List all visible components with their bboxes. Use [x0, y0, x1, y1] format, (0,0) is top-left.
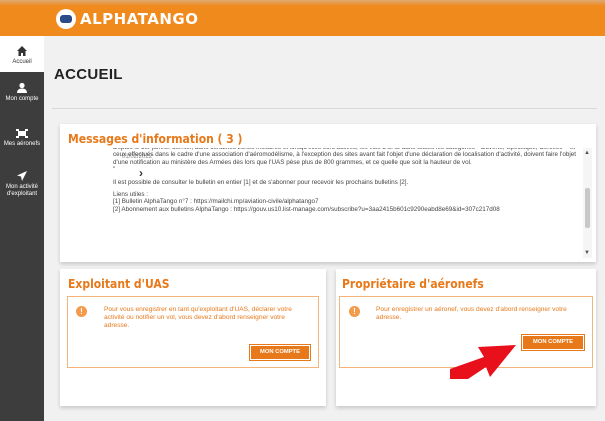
scroll-up-icon[interactable]: ▲ — [584, 150, 590, 156]
message-paragraph: Il est possible de consulter le bulletin… — [113, 178, 409, 186]
sidebar-item-label: Accueil — [12, 59, 32, 65]
brand-name: ALPHATANGO — [80, 10, 199, 28]
proprietaire-title: Propriétaire d'aéronefs — [342, 277, 484, 291]
annotation-arrow-icon — [450, 345, 516, 379]
info-icon: ! — [76, 306, 87, 317]
scroll-down-icon[interactable]: ▼ — [584, 250, 590, 256]
app-logo[interactable]: ALPHATANGO — [56, 9, 198, 29]
page-title: ACCUEIL — [54, 66, 123, 83]
sidebar-item-label: Mon compte — [5, 96, 39, 102]
message-paragraph: " — [113, 166, 116, 174]
sidebar-item-mes-aeronefs[interactable]: Mes aéronefs — [0, 127, 44, 148]
messages-title: Messages d'information ( 3 ) — [68, 132, 243, 146]
user-icon — [17, 82, 27, 93]
message-link[interactable]: [1] Bulletin AlphaTango n°7 : https://ma… — [113, 198, 579, 205]
top-bar: ALPHATANGO — [0, 0, 605, 36]
sidebar-item-label: Mes aéronefs — [3, 141, 41, 147]
mon-compte-button[interactable]: MON COMPTE — [250, 345, 310, 360]
aircraft-icon — [16, 129, 28, 138]
message-paragraph: Depuis le 1er janvier dernier, dans cert… — [113, 148, 577, 166]
sidebar: Accueil Mon compte Mes aéronefs Mon acti… — [0, 36, 44, 421]
exploitant-alert-text: Pour vous enregistrer en tant qu'exploit… — [104, 306, 292, 329]
top-shade — [0, 0, 605, 6]
sidebar-item-accueil[interactable]: Accueil — [0, 36, 44, 72]
scrollbar-thumb[interactable] — [585, 188, 590, 228]
sidebar-item-label: Mon activité d'exploitant — [5, 184, 38, 197]
proprietaire-alert-text: Pour enregistrer un aéronef, vous devez … — [376, 306, 567, 321]
messages-scrollbar[interactable]: ▲ ▼ — [583, 148, 592, 258]
send-icon — [17, 171, 27, 181]
exploitant-alert: ! Pour vous enregistrer en tant qu'explo… — [67, 296, 319, 368]
messages-card: Messages d'information ( 3 ) 01/02/2022 … — [60, 124, 596, 262]
mon-compte-button[interactable]: MON COMPTE — [522, 335, 584, 350]
logo-badge-icon — [56, 9, 76, 29]
message-link[interactable]: [2] Abonnement aux bulletins AlphaTango … — [113, 206, 579, 213]
info-icon: ! — [349, 306, 360, 317]
sidebar-item-mon-compte[interactable]: Mon compte — [0, 82, 44, 103]
title-divider — [52, 108, 597, 109]
message-body: Depuis le 1er janvier dernier, dans cert… — [113, 148, 579, 260]
home-icon — [17, 46, 27, 56]
sidebar-item-mon-activite[interactable]: Mon activité d'exploitant — [0, 170, 44, 198]
exploitant-title: Exploitant d'UAS — [68, 277, 170, 291]
exploitant-card: Exploitant d'UAS ! Pour vous enregistrer… — [60, 269, 326, 406]
